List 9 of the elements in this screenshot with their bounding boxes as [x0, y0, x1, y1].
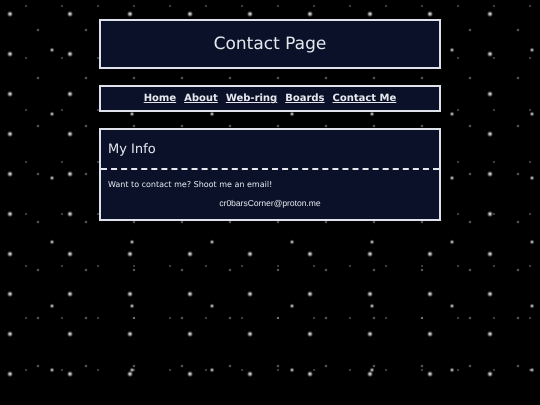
- nav-link[interactable]: Web-ring: [226, 91, 278, 106]
- nav-link[interactable]: Contact Me: [332, 91, 396, 106]
- card-heading: My Info: [101, 130, 439, 170]
- page-title: Contact Page: [212, 33, 328, 56]
- nav-link[interactable]: About: [184, 91, 218, 106]
- email-address: cr0barsCorner@proton.me: [218, 196, 322, 210]
- nav-link[interactable]: Boards: [285, 91, 325, 106]
- card-text: Want to contact me? Shoot me an email!: [107, 178, 274, 191]
- nav-link[interactable]: Home: [144, 91, 176, 106]
